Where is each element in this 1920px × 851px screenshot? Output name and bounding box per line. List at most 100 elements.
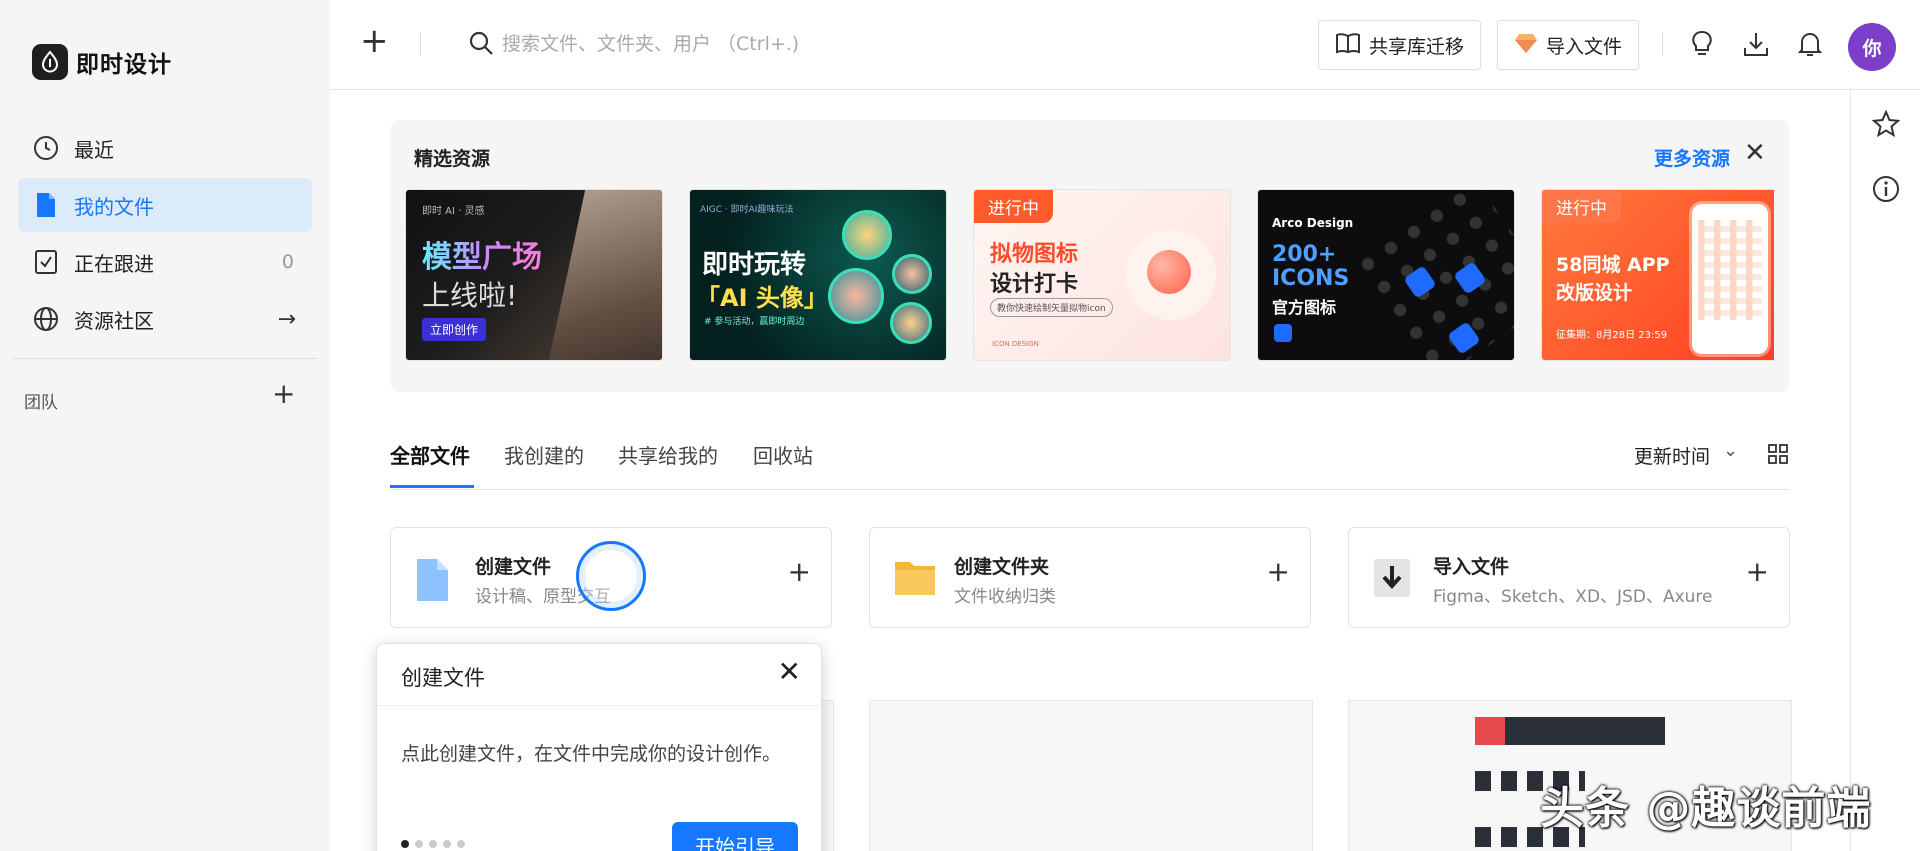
sidebar-item-label: 正在跟进 <box>74 251 154 276</box>
tab-trash[interactable]: 回收站 <box>753 440 813 469</box>
create-folder-card[interactable]: 创建文件夹 文件收纳归类 + <box>869 527 1311 628</box>
add-team-button[interactable]: + <box>272 380 295 408</box>
action-subtitle: 文件收纳归类 <box>954 587 1056 607</box>
popover-header: 创建文件 ✕ <box>377 644 821 706</box>
popover-body: 点此创建文件，在文件中完成你的设计创作。 <box>401 743 782 765</box>
close-icon[interactable]: ✕ <box>1744 140 1766 166</box>
sort-dropdown[interactable]: 更新时间 <box>1634 442 1710 469</box>
brand-name: 即时设计 <box>76 52 172 78</box>
step-dot <box>443 840 451 848</box>
step-indicator <box>401 840 465 848</box>
search-input[interactable] <box>502 26 922 62</box>
avatar-image <box>842 210 892 260</box>
sidebar-divider <box>12 358 318 359</box>
icon-grid-decor <box>1348 190 1514 360</box>
card-title: 58同城 APP <box>1556 254 1670 276</box>
sketch-icon <box>1514 32 1538 59</box>
add-icon[interactable]: + <box>1746 558 1769 586</box>
download-icon <box>1373 558 1411 602</box>
divider <box>420 32 421 56</box>
resource-card-skeuo-icons[interactable]: 进行中 拟物图标 设计打卡 教你快速绘制矢量拟物icon ICON DESIGN <box>973 189 1231 361</box>
active-tab-indicator <box>390 485 474 488</box>
create-plus-button[interactable]: + <box>360 24 389 58</box>
sidebar-item-label: 资源社区 <box>74 308 154 333</box>
sidebar-item-label: 我的文件 <box>74 194 154 219</box>
bell-icon[interactable] <box>1794 28 1826 60</box>
sidebar-item-my-files[interactable]: 我的文件 <box>18 178 312 232</box>
sidebar-item-community[interactable]: 资源社区 → <box>18 292 312 346</box>
library-migrate-button[interactable]: 共享库迁移 <box>1318 20 1482 70</box>
file-thumbnail[interactable] <box>869 700 1313 851</box>
divider <box>1662 32 1663 56</box>
sidebar-item-recent[interactable]: 最近 <box>18 121 312 175</box>
import-file-button[interactable]: 导入文件 <box>1497 20 1640 70</box>
add-icon[interactable]: + <box>1267 558 1290 586</box>
download-icon[interactable] <box>1740 28 1772 60</box>
step-dot <box>415 840 423 848</box>
book-icon <box>1335 32 1361 59</box>
resource-card-ai-avatar[interactable]: AIGC · 即时AI趣味玩法 即时玩转 「AI 头像」 # 参与活动，赢即时周… <box>689 189 947 361</box>
thumbnail-content <box>1475 717 1505 745</box>
import-file-label: 导入文件 <box>1546 35 1623 58</box>
card-subtitle: 设计打卡 <box>990 272 1079 297</box>
lightbulb-icon[interactable] <box>1686 28 1718 60</box>
avatar-image <box>892 254 932 294</box>
app-root: 即时设计 最近 我的文件 正在跟进 0 资源社区 → 团队 + + 搜索文件、文… <box>0 0 1920 851</box>
close-icon[interactable]: ✕ <box>778 658 801 686</box>
popover-title: 创建文件 <box>401 666 485 690</box>
card-subtitle: ICONS <box>1272 266 1350 291</box>
tab-shared-with-me[interactable]: 共享给我的 <box>618 440 718 469</box>
file-icon <box>415 558 449 606</box>
card-footer: ICON DESIGN <box>992 340 1039 348</box>
status-badge: 进行中 <box>1542 190 1621 223</box>
file-icon <box>32 191 60 219</box>
resource-card-arco-icons[interactable]: Arco Design 200+ ICONS 官方图标 <box>1257 189 1515 361</box>
step-dot <box>429 840 437 848</box>
grid-view-icon[interactable] <box>1768 444 1788 468</box>
card-tagline: 即时 AI · 灵感 <box>422 206 485 217</box>
card-title: 模型广场 <box>422 232 542 276</box>
avatar-image <box>890 302 932 344</box>
library-migrate-label: 共享库迁移 <box>1369 35 1465 58</box>
tab-all-files[interactable]: 全部文件 <box>390 440 470 469</box>
step-dot <box>401 840 409 848</box>
team-label: 团队 <box>24 393 58 413</box>
star-icon[interactable] <box>1871 109 1901 139</box>
card-title: 即时玩转 <box>702 250 807 280</box>
bookmark-icon <box>32 248 60 276</box>
info-icon[interactable] <box>1871 174 1901 204</box>
following-count: 0 <box>281 251 294 273</box>
card-title: 200+ <box>1272 242 1337 267</box>
step-dot <box>457 840 465 848</box>
tab-created-by-me[interactable]: 我创建的 <box>504 440 584 469</box>
card-note: # 参与活动，赢即时周边 <box>704 317 805 327</box>
guide-popover: 创建文件 ✕ 点此创建文件，在文件中完成你的设计创作。 开始引导 <box>376 643 822 851</box>
action-title: 导入文件 <box>1433 556 1510 578</box>
start-guide-button[interactable]: 开始引导 <box>672 822 798 851</box>
avatar-image <box>828 268 884 324</box>
card-title: 拟物图标 <box>990 242 1079 267</box>
resource-card-58-app[interactable]: 进行中 58同城 APP 改版设计 征集期：8月28日 23:59 <box>1541 189 1774 361</box>
globe-icon <box>32 305 60 333</box>
add-icon[interactable]: + <box>788 558 811 586</box>
sidebar-item-following[interactable]: 正在跟进 0 <box>18 235 312 289</box>
card-caption: 官方图标 <box>1272 298 1337 317</box>
card-brand: Arco Design <box>1272 216 1354 230</box>
resource-card-ai-models[interactable]: 即时 AI · 灵感 模型广场 上线啦! 立即创作 <box>405 189 663 361</box>
top-bar: + 共享库迁移 导入文件 你 <box>330 0 1920 90</box>
sidebar-item-label: 最近 <box>74 137 114 162</box>
clock-icon <box>32 134 60 162</box>
import-file-card[interactable]: 导入文件 Figma、Sketch、XD、JSD、Axure + <box>1348 527 1790 628</box>
card-tagline: AIGC · 即时AI趣味玩法 <box>700 205 794 215</box>
featured-title: 精选资源 <box>414 148 491 170</box>
more-resources-link[interactable]: 更多资源 <box>1654 144 1730 171</box>
chat-icon <box>1274 324 1292 342</box>
chevron-down-icon[interactable]: ⌄ <box>1723 440 1738 461</box>
card-subtitle: 改版设计 <box>1556 282 1633 304</box>
search-icon <box>468 30 494 60</box>
avatar[interactable]: 你 <box>1848 23 1896 71</box>
brand-logo[interactable]: 即时设计 <box>32 44 172 80</box>
action-title: 创建文件夹 <box>954 556 1050 578</box>
featured-resources: 精选资源 更多资源 ✕ 即时 AI · 灵感 模型广场 上线啦! 立即创作 AI… <box>390 120 1790 392</box>
card-subtitle: 「AI 头像」 <box>696 284 828 312</box>
